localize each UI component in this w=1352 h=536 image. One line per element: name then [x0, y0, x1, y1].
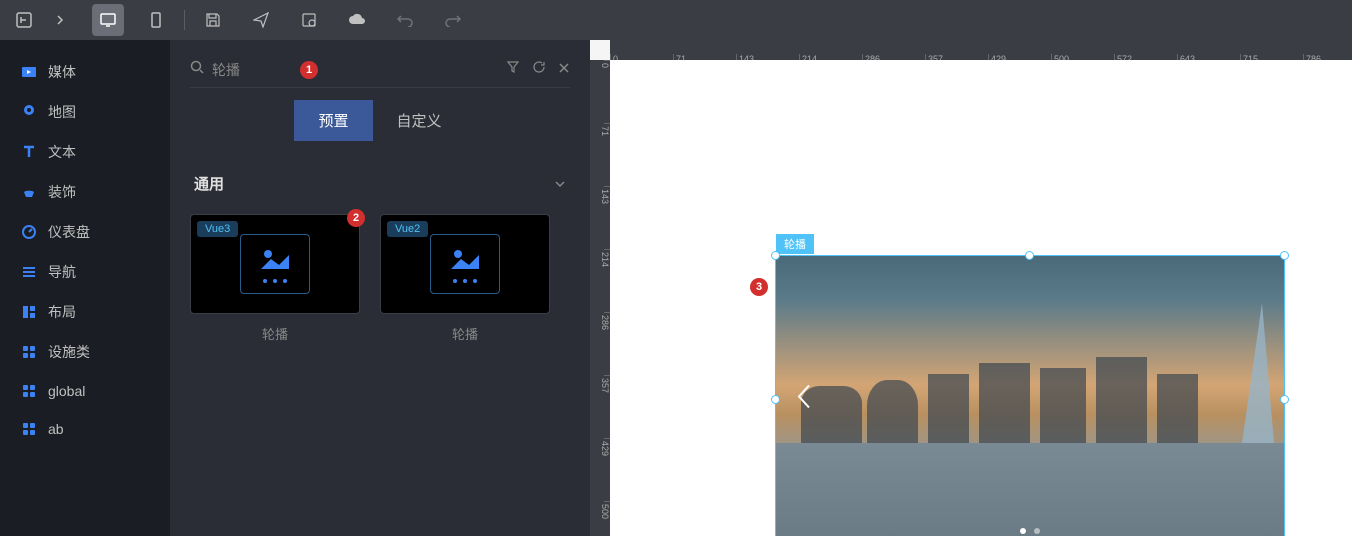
sidebar-item-label: 文本: [48, 142, 76, 162]
canvas-area: 071143214286357429500572643715786 071143…: [590, 40, 1352, 536]
sidebar-item-label: global: [48, 383, 85, 399]
resize-handle[interactable]: [771, 395, 780, 404]
sidebar-item-map[interactable]: 地图: [0, 92, 170, 132]
component-thumb-vue2[interactable]: Vue2: [380, 214, 550, 314]
component-thumb-vue3[interactable]: Vue3 2: [190, 214, 360, 314]
tab-custom[interactable]: 自定义: [373, 100, 466, 141]
canvas[interactable]: 轮播 3: [610, 60, 1352, 536]
sidebar-item-label: 仪表盘: [48, 222, 90, 242]
category-sidebar: 媒体 地图 文本 装饰 仪表盘 导航 布局 设施类: [0, 40, 170, 536]
refresh-icon[interactable]: [532, 60, 546, 79]
sidebar-item-nav[interactable]: 导航: [0, 252, 170, 292]
sidebar-item-media[interactable]: 媒体: [0, 52, 170, 92]
search-badge: 1: [300, 61, 318, 79]
sidebar-item-facility[interactable]: 设施类: [0, 332, 170, 372]
sidebar-item-label: 导航: [48, 262, 76, 282]
close-icon[interactable]: [558, 61, 570, 79]
section-header-general[interactable]: 通用: [190, 161, 570, 206]
grid-icon: [20, 382, 38, 400]
media-icon: [20, 63, 38, 81]
sidebar-item-decoration[interactable]: 装饰: [0, 172, 170, 212]
section-title: 通用: [194, 173, 224, 194]
sidebar-item-label: 媒体: [48, 62, 76, 82]
components-panel: 1 预置 自定义 通用: [170, 40, 590, 536]
grid-icon: [20, 343, 38, 361]
thumb-tag: Vue3: [197, 221, 238, 237]
search-input[interactable]: [212, 62, 292, 78]
resize-handle[interactable]: [771, 251, 780, 260]
thumb-badge: 2: [347, 209, 365, 227]
sidebar-item-text[interactable]: 文本: [0, 132, 170, 172]
top-toolbar: [0, 0, 1352, 40]
carousel-prev-icon[interactable]: [796, 384, 812, 417]
undo-icon[interactable]: [389, 4, 421, 36]
sidebar-item-label: 设施类: [48, 342, 90, 362]
map-pin-icon: [20, 103, 38, 121]
layout-icon: [20, 303, 38, 321]
carousel-indicators[interactable]: [1020, 528, 1040, 534]
canvas-badge: 3: [750, 278, 768, 296]
logo-icon[interactable]: [8, 4, 40, 36]
search-icon: [190, 60, 204, 79]
sidebar-item-label: 地图: [48, 102, 76, 122]
tab-preset[interactable]: 预置: [294, 100, 372, 141]
divider: [184, 10, 185, 30]
carousel-image: [776, 256, 1284, 536]
chevron-right-icon[interactable]: [44, 4, 76, 36]
sidebar-item-global[interactable]: global: [0, 372, 170, 410]
desktop-view-icon[interactable]: [92, 4, 124, 36]
cloud-upload-icon[interactable]: [341, 4, 373, 36]
resize-handle[interactable]: [1025, 251, 1034, 260]
save-icon[interactable]: [197, 4, 229, 36]
mobile-view-icon[interactable]: [140, 4, 172, 36]
resize-handle[interactable]: [1280, 251, 1289, 260]
gauge-icon: [20, 223, 38, 241]
redo-icon[interactable]: [437, 4, 469, 36]
sidebar-item-label: ab: [48, 421, 64, 437]
ruler-vertical: 071143214286357429500: [590, 60, 610, 536]
grid-icon: [20, 420, 38, 438]
preview-icon[interactable]: [293, 4, 325, 36]
ruler-horizontal: 071143214286357429500572643715786: [610, 40, 1352, 60]
sidebar-item-dashboard[interactable]: 仪表盘: [0, 212, 170, 252]
list-icon: [20, 263, 38, 281]
filter-icon[interactable]: [506, 60, 520, 79]
text-icon: [20, 143, 38, 161]
sidebar-item-label: 布局: [48, 302, 76, 322]
thumb-label: 轮播: [190, 324, 360, 343]
sidebar-item-ab[interactable]: ab: [0, 410, 170, 448]
thumb-label: 轮播: [380, 324, 550, 343]
brush-icon: [20, 183, 38, 201]
component-tag: 轮播: [776, 234, 814, 254]
canvas-component-carousel[interactable]: 轮播 3: [775, 255, 1285, 536]
resize-handle[interactable]: [1280, 395, 1289, 404]
sidebar-item-label: 装饰: [48, 182, 76, 202]
sidebar-item-layout[interactable]: 布局: [0, 292, 170, 332]
chevron-down-icon: [554, 175, 566, 192]
send-icon[interactable]: [245, 4, 277, 36]
thumb-tag: Vue2: [387, 221, 428, 237]
